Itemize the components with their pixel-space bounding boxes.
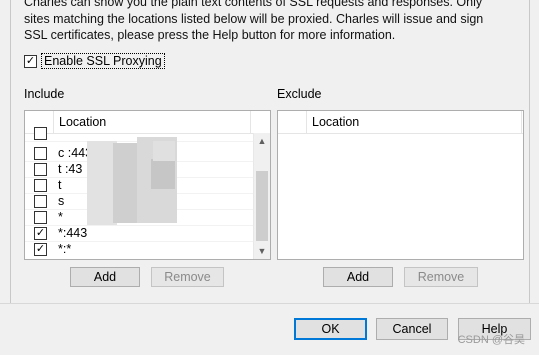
include-table-header: Location [25,111,270,134]
description-line: SSL certificates, please press the Help … [24,28,396,42]
description-line: sites matching the locations listed belo… [24,11,484,26]
window-right-border [529,0,539,303]
window-left-border [0,0,11,303]
row-checkbox[interactable] [34,162,47,176]
include-add-button[interactable]: Add [70,267,140,287]
include-group-label: Include [24,87,65,101]
table-row[interactable]: t :43 [25,161,82,177]
checkbox-box[interactable]: ✓ [24,54,37,68]
row-checkbox[interactable] [34,194,47,208]
row-checkbox[interactable]: ✓ [34,242,47,256]
row-location: *:* [58,242,72,256]
table-row[interactable]: c :443 [25,145,92,161]
ssl-description: Charles can show you the plain text cont… [24,0,524,44]
table-row[interactable] [25,125,58,141]
exclude-table-header: Location [278,111,523,134]
location-column-header[interactable]: Location [59,115,106,129]
redacted-mosaic [153,141,175,161]
scroll-up-arrow-icon[interactable]: ▲ [254,133,270,149]
include-table[interactable]: Location c :443 t :43 t s * ✓ *:443 ✓ *:… [24,110,271,260]
redacted-mosaic [151,159,175,189]
cancel-button[interactable]: Cancel [376,318,448,340]
exclude-add-button[interactable]: Add [323,267,393,287]
row-checkbox[interactable] [34,178,47,192]
enable-ssl-proxying-label[interactable]: Enable SSL Proxying [41,53,165,69]
include-remove-button[interactable]: Remove [151,267,224,287]
row-checkbox[interactable] [34,146,47,160]
csdn-watermark: CSDN @谷昊 [457,334,525,346]
ok-button[interactable]: OK [294,318,367,340]
table-row[interactable]: t [25,177,61,193]
row-checkbox[interactable] [34,210,47,224]
exclude-table[interactable]: Location [277,110,524,260]
table-row[interactable]: ✓ *:443 [25,225,87,241]
enable-ssl-proxying-checkbox[interactable]: ✓ Enable SSL Proxying [24,53,165,69]
row-location: t :43 [58,162,83,176]
scroll-down-arrow-icon[interactable]: ▼ [254,243,270,259]
row-checkbox[interactable] [34,126,47,140]
exclude-remove-button[interactable]: Remove [404,267,478,287]
location-column-header[interactable]: Location [312,115,359,129]
footer-divider [0,303,539,304]
table-row[interactable]: ✓ *:* [25,241,71,257]
table-row[interactable]: s [25,193,64,209]
row-location: s [58,194,65,208]
row-location: *:443 [58,226,88,240]
description-line: Charles can show you the plain text cont… [24,0,483,9]
row-location: t [58,178,62,192]
table-row[interactable]: * [25,209,63,225]
row-location: * [58,210,63,224]
row-checkbox[interactable]: ✓ [34,226,47,240]
scrollbar-thumb[interactable] [256,171,268,241]
include-vertical-scrollbar[interactable]: ▲ ▼ [253,133,270,259]
exclude-group-label: Exclude [277,87,322,101]
